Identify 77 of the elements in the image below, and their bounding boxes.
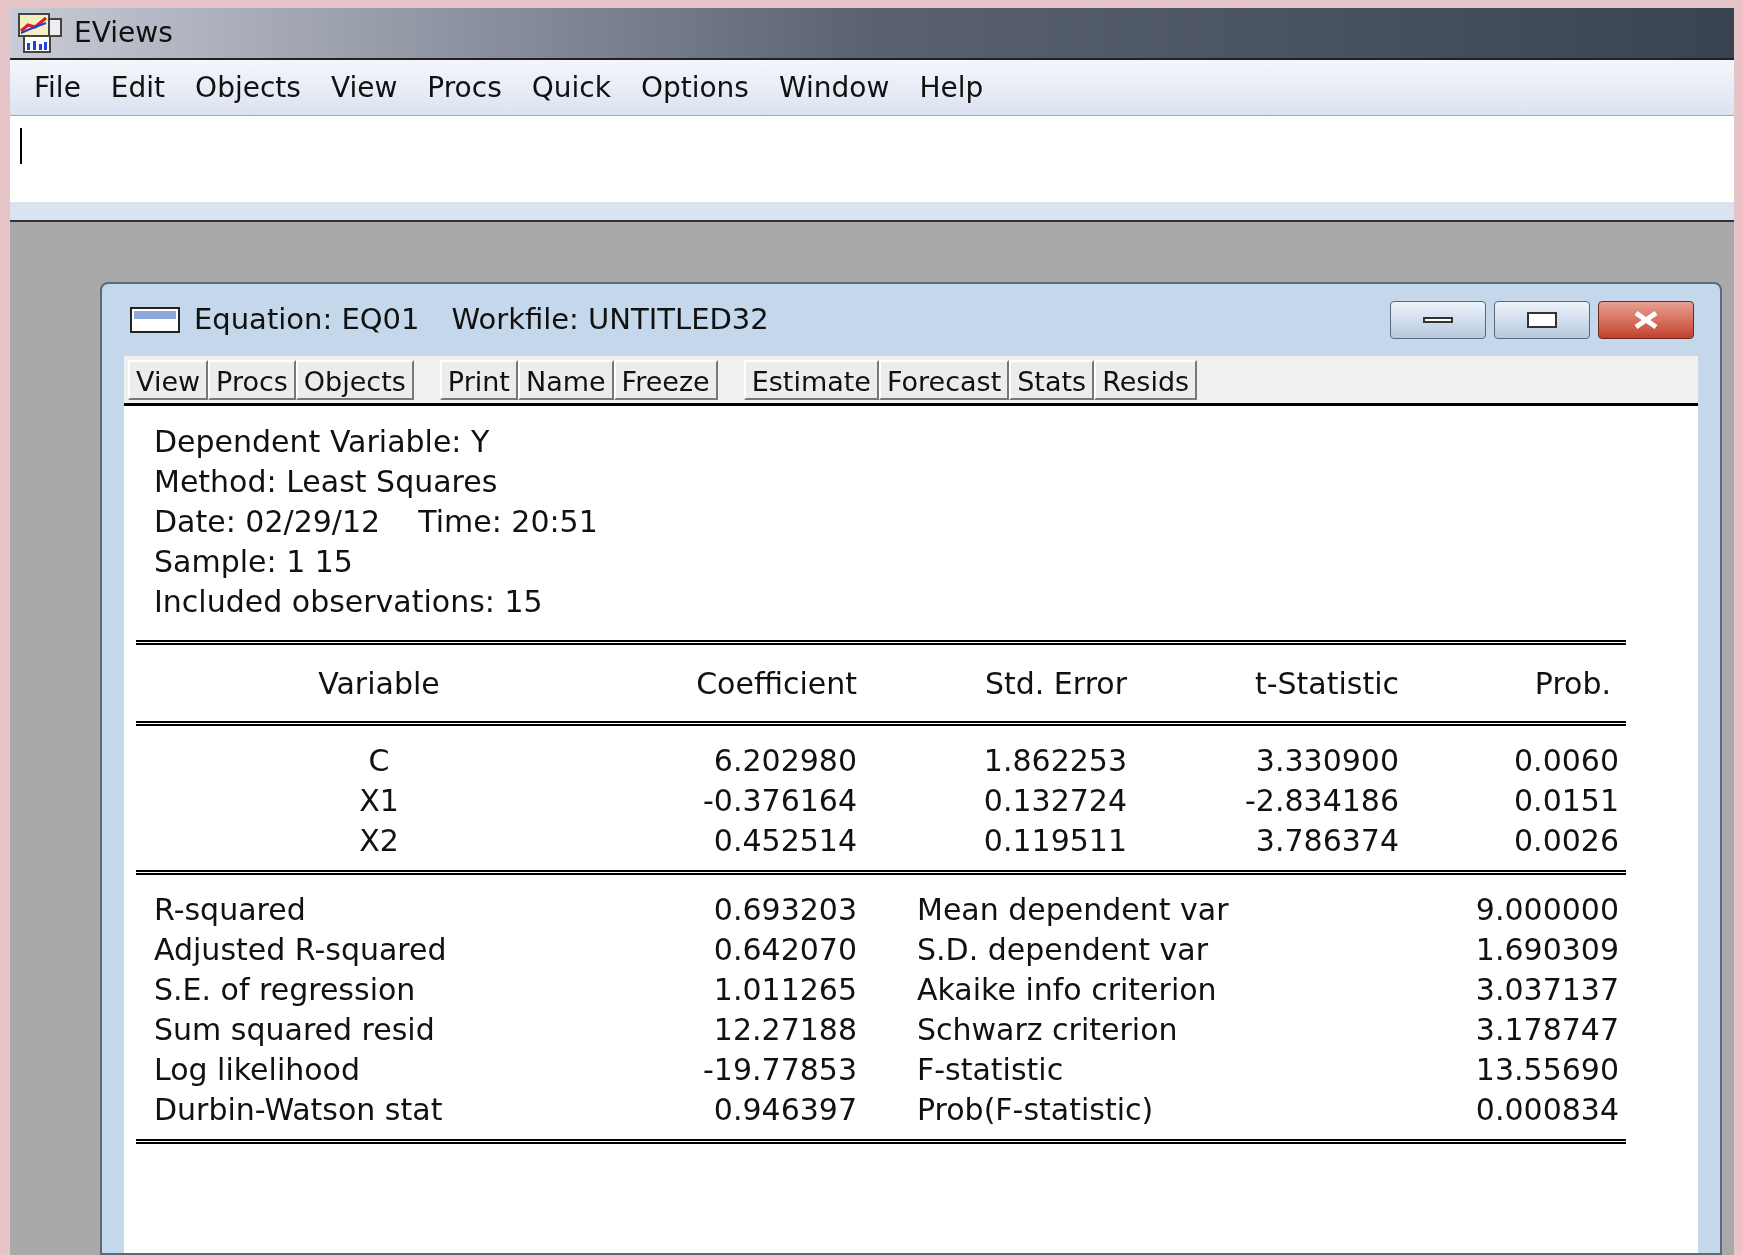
statistic-label: R-squared — [153, 891, 306, 929]
toolbar-button[interactable]: Print — [439, 359, 518, 400]
statistic-label: S.E. of regression — [153, 971, 416, 1009]
menu-item[interactable]: Window — [768, 66, 900, 109]
statistic-label: Prob(F-statistic) — [916, 1091, 1154, 1129]
statistic-value: 13.55690 — [1475, 1051, 1619, 1089]
table-cell-text: 3.786374 — [1255, 822, 1399, 860]
statistic-label: S.D. dependent var — [916, 931, 1209, 969]
statistic-value: 1.690309 — [1475, 931, 1619, 969]
statistic-value: 3.037137 — [1475, 971, 1619, 1009]
column-header: Variable — [318, 664, 440, 703]
table-cell-text: 0.0026 — [1514, 822, 1619, 860]
statistic-value: 9.000000 — [1475, 891, 1619, 929]
workfile-name: Workfile: UNTITLED32 — [451, 301, 769, 339]
table-cell-text: 6.202980 — [713, 742, 857, 780]
statistic-label: Schwarz criterion — [916, 1011, 1178, 1049]
toolbar-button[interactable]: View — [128, 359, 209, 400]
statistic-value: 1.011265 — [713, 971, 857, 1009]
column-header: Std. Error — [984, 664, 1127, 703]
statistic-label: Mean dependent var — [916, 891, 1229, 929]
header-line: Sample: 1 15 — [154, 543, 353, 581]
header-line: Dependent Variable: Y — [154, 423, 490, 461]
menu-item[interactable]: Edit — [100, 66, 176, 109]
statistic-value: 0.000834 — [1475, 1091, 1619, 1129]
menu-item[interactable]: Procs — [417, 66, 512, 109]
table-cell-text: -0.376164 — [703, 782, 857, 820]
column-header: Prob. — [1534, 664, 1612, 703]
statistic-label: Akaike info criterion — [916, 971, 1217, 1009]
toolbar-button[interactable]: Objects — [295, 359, 414, 400]
table-cell-text: 0.0151 — [1514, 782, 1619, 820]
menu-item[interactable]: Quick — [521, 66, 621, 109]
toolbar-button[interactable]: Estimate — [743, 359, 879, 400]
table-cell-text: 0.452514 — [713, 822, 857, 860]
toolbar-button[interactable]: Freeze — [613, 359, 718, 400]
statistic-value: 0.693203 — [713, 891, 857, 929]
app-title: EViews — [74, 15, 173, 51]
statistic-value: 0.642070 — [713, 931, 857, 969]
table-cell-text: -2.834186 — [1245, 782, 1399, 820]
statistic-label: Log likelihood — [153, 1051, 360, 1089]
chart-app-icon — [18, 13, 62, 53]
statistic-label: Sum squared resid — [153, 1011, 435, 1049]
toolbar-button[interactable]: Forecast — [878, 359, 1010, 400]
menu-item[interactable]: View — [320, 66, 408, 109]
window-icon — [130, 307, 180, 333]
header-line: Date: 02/29/12 Time: 20:51 — [154, 503, 598, 541]
table-cell-text: 0.132724 — [983, 782, 1127, 820]
table-cell-text: X1 — [359, 782, 399, 820]
table-cell-text: 1.862253 — [983, 742, 1127, 780]
table-cell-text: X2 — [359, 822, 399, 860]
minimize-button[interactable] — [1390, 301, 1486, 339]
toolbar-button[interactable]: Stats — [1009, 359, 1095, 400]
statistic-label: Adjusted R-squared — [153, 931, 447, 969]
column-header: t-Statistic — [1254, 664, 1399, 703]
toolbar-button[interactable]: Name — [517, 359, 614, 400]
menu-item[interactable]: Help — [909, 66, 994, 109]
toolbar-button[interactable]: Procs — [208, 359, 296, 400]
table-cell-text: 0.0060 — [1514, 742, 1619, 780]
statistic-label: F-statistic — [916, 1051, 1064, 1089]
header-line: Method: Least Squares — [154, 463, 498, 501]
statistic-value: 3.178747 — [1475, 1011, 1619, 1049]
table-cell-text: 3.330900 — [1255, 742, 1399, 780]
toolbar-button[interactable]: Resids — [1094, 359, 1198, 400]
table-cell-text: C — [368, 742, 390, 780]
menu-item[interactable]: Options — [630, 66, 759, 109]
window-title: Equation: EQ01 — [194, 301, 420, 339]
statistic-value: 0.946397 — [713, 1091, 857, 1129]
statistic-value: 12.27188 — [713, 1011, 857, 1049]
statistic-value: -19.77853 — [703, 1051, 857, 1089]
menu-item[interactable]: Objects — [185, 66, 311, 109]
statistic-label: Durbin-Watson stat — [153, 1091, 443, 1129]
close-button[interactable] — [1598, 301, 1694, 339]
table-cell-text: 0.119511 — [983, 822, 1127, 860]
menu-item[interactable]: File — [24, 66, 91, 109]
header-line: Included observations: 15 — [154, 583, 543, 621]
restore-button[interactable] — [1494, 301, 1590, 339]
column-header: Coefficient — [696, 664, 857, 703]
command-input-field[interactable] — [10, 116, 1734, 220]
